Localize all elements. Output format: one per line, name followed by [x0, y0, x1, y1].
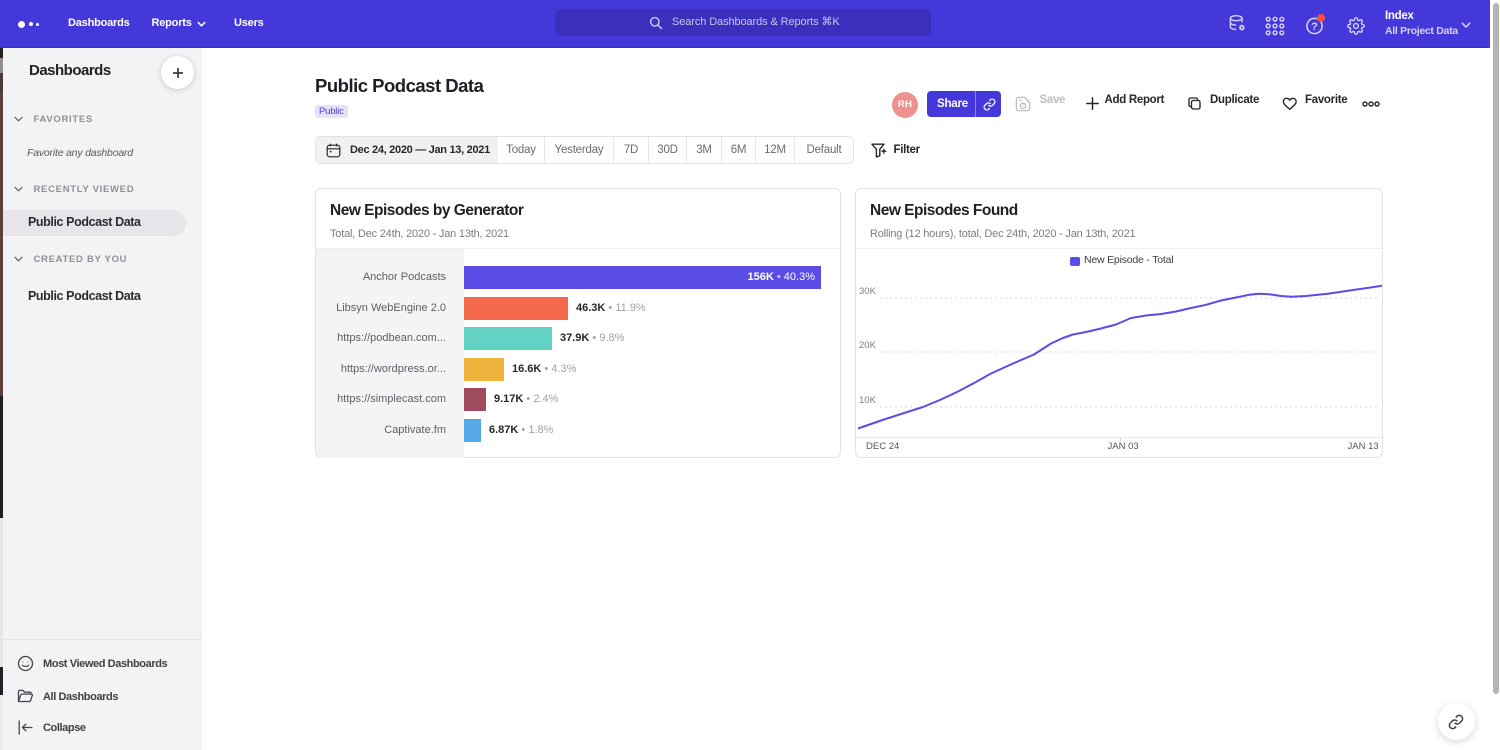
svg-text:?: ?: [1311, 21, 1318, 33]
